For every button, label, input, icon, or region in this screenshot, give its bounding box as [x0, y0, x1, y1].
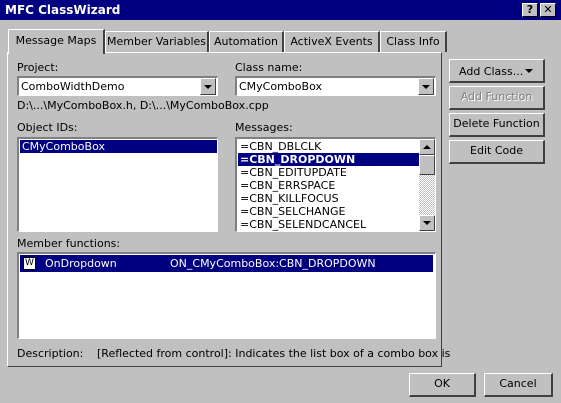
- class-name-combo[interactable]: CMyComboBox: [235, 76, 436, 96]
- tab-message-maps[interactable]: Message Maps: [8, 29, 105, 54]
- project-combo[interactable]: ComboWidthDemo: [17, 76, 218, 96]
- scroll-thumb[interactable]: [419, 155, 435, 175]
- messages-list[interactable]: =CBN_DBLCLK =CBN_DROPDOWN =CBN_EDITUPDAT…: [235, 137, 436, 232]
- file-paths: D:\...\MyComboBox.h, D:\...\MyComboBox.c…: [17, 99, 269, 112]
- close-button[interactable]: ✕: [540, 3, 556, 17]
- member-functions-list[interactable]: W OnDropdown ON_CMyComboBox:CBN_DROPDOWN: [17, 252, 436, 339]
- function-name: OnDropdown: [45, 257, 117, 270]
- class-name-dropdown-button[interactable]: [418, 78, 434, 95]
- project-label: Project:: [17, 61, 59, 74]
- help-button[interactable]: ?: [522, 3, 538, 17]
- list-item[interactable]: =CBN_ERRSPACE: [238, 179, 419, 192]
- project-dropdown-button[interactable]: [200, 78, 216, 95]
- table-row[interactable]: W OnDropdown ON_CMyComboBox:CBN_DROPDOWN: [20, 255, 433, 272]
- chevron-down-icon: [204, 85, 212, 89]
- scroll-up-button[interactable]: [419, 139, 435, 155]
- tab-automation[interactable]: Automation: [209, 31, 284, 52]
- project-value: ComboWidthDemo: [21, 80, 125, 93]
- messages-scrollbar[interactable]: [419, 139, 435, 231]
- tab-activex-events[interactable]: ActiveX Events: [284, 31, 380, 52]
- add-class-button[interactable]: Add Class...: [449, 59, 545, 83]
- list-item[interactable]: =CBN_SELCHANGE: [238, 205, 419, 218]
- list-item[interactable]: =CBN_SELENDCANCEL: [238, 218, 419, 231]
- scroll-down-button[interactable]: [419, 215, 435, 231]
- chevron-down-icon: [525, 69, 533, 73]
- description-label: Description:: [17, 347, 84, 360]
- class-name-label: Class name:: [235, 61, 303, 74]
- add-class-label: Add Class...: [459, 65, 524, 78]
- ok-button[interactable]: OK: [409, 373, 476, 397]
- object-ids-label: Object IDs:: [17, 121, 78, 134]
- tab-class-info[interactable]: Class Info: [380, 31, 447, 52]
- method-type-icon: W: [23, 257, 36, 270]
- arrow-down-icon: [423, 221, 431, 225]
- list-item[interactable]: =CBN_EDITUPDATE: [238, 166, 419, 179]
- description-text: [Reflected from control]: Indicates the …: [97, 347, 451, 360]
- messages-items: =CBN_DBLCLK =CBN_DROPDOWN =CBN_EDITUPDAT…: [238, 140, 419, 231]
- list-item[interactable]: =CBN_KILLFOCUS: [238, 192, 419, 205]
- edit-code-button[interactable]: Edit Code: [449, 140, 545, 164]
- list-item[interactable]: =CBN_DROPDOWN: [238, 153, 419, 166]
- class-name-value: CMyComboBox: [239, 80, 322, 93]
- window-title: MFC ClassWizard: [5, 3, 121, 17]
- chevron-down-icon: [422, 85, 430, 89]
- function-handler: ON_CMyComboBox:CBN_DROPDOWN: [170, 257, 376, 270]
- list-item[interactable]: CMyComboBox: [20, 140, 217, 153]
- object-ids-list[interactable]: CMyComboBox: [17, 137, 218, 232]
- cancel-button[interactable]: Cancel: [484, 373, 553, 397]
- tab-member-variables[interactable]: Member Variables: [105, 31, 209, 52]
- list-item[interactable]: =CBN_DBLCLK: [238, 140, 419, 153]
- messages-label: Messages:: [235, 121, 293, 134]
- delete-function-button[interactable]: Delete Function: [449, 113, 545, 137]
- member-functions-label: Member functions:: [17, 237, 121, 250]
- arrow-up-icon: [423, 145, 431, 149]
- add-function-button[interactable]: Add Function: [449, 86, 545, 110]
- title-bar[interactable]: MFC ClassWizard ? ✕: [0, 0, 561, 20]
